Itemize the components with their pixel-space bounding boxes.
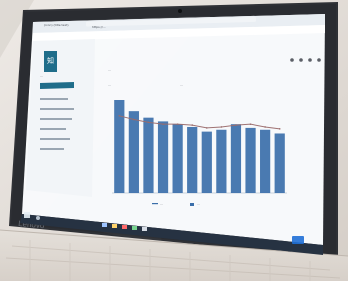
chart-title: ... [180,83,183,87]
bar-10 [245,127,256,193]
bar-1 [114,100,125,193]
bar-7 [201,131,212,193]
bar-3 [143,117,154,193]
webcam-icon [178,9,182,13]
sidebar-item-6[interactable] [40,148,64,150]
bar-8 [216,129,227,193]
address-text: https://... [92,25,106,29]
sidebar-item-2[interactable] [40,108,74,110]
taskbar-time: ... [288,249,291,253]
browser-tab-title[interactable]: (icon) (title text) [44,23,69,27]
laptop-illustration: Lenovo (icon) (title text) https://... 知… [0,0,348,281]
taskbar-app-1[interactable] [102,223,107,227]
edit-icon[interactable] [308,58,312,62]
windows-icon[interactable] [24,212,30,218]
notification-button[interactable] [292,236,304,244]
legend-label-1: ... [160,202,163,206]
bar-9 [230,124,242,193]
breadcrumb: ... [108,68,111,72]
taskbar-app-3[interactable] [122,225,127,229]
search-icon[interactable] [36,216,40,220]
bar-11 [260,129,271,193]
sidebar-item-3[interactable] [40,118,72,120]
bar-6 [187,126,198,193]
legend-swatch-1 [152,203,158,205]
profile-icon[interactable] [299,58,303,62]
menu-icon[interactable] [317,58,321,62]
bar-12 [274,133,285,193]
star-icon[interactable] [290,58,294,62]
bar-2 [128,111,139,193]
taskbar-app-4[interactable] [132,226,137,230]
taskbar-app-5[interactable] [142,227,147,231]
sidebar-item-4[interactable] [40,128,66,130]
sidebar-item-1[interactable] [40,98,68,100]
bar-5 [172,124,183,193]
legend-label-2: ... [197,202,200,206]
bar-4 [157,121,169,193]
photo-scene: Lenovo (icon) (title text) https://... 知… [0,0,348,281]
taskbar-app-2[interactable] [112,224,117,228]
sidebar-item-5[interactable] [40,138,70,140]
app-tagline: ... [40,74,43,78]
page-heading: ... [108,83,111,87]
legend-swatch-2 [190,203,194,206]
primary-button-label: ... [44,84,47,88]
app-logo-glyph: 知 [47,56,54,65]
